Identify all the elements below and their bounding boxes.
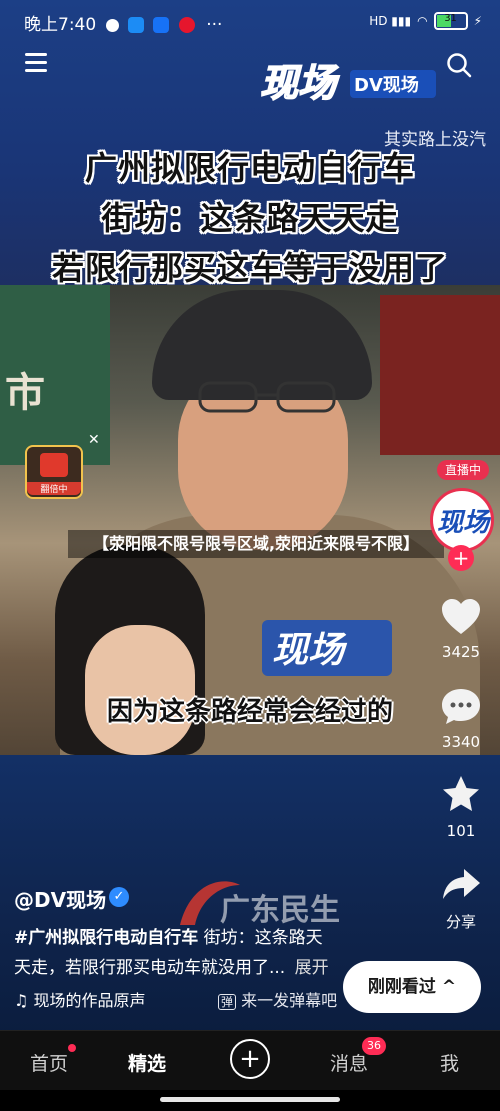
headline-line-1: 广州拟限行电动自行车 <box>84 149 415 187</box>
tab-home[interactable]: 首页 <box>30 1049 68 1076</box>
desc-text-2: 天走，若限行那买电动车就没用了... <box>14 958 286 978</box>
share-label: 分享 <box>445 913 476 931</box>
barrage-input[interactable]: 弹 来一发弹幕吧 <box>218 987 337 1011</box>
alarm-icon <box>105 18 119 32</box>
dv-logo: 现场 DV现场 <box>259 60 436 104</box>
notification-dot <box>68 1044 76 1052</box>
like-count: 3425 <box>441 643 481 661</box>
video-frame[interactable]: 市 现场 因为这条路经常会经过的 <box>0 285 500 755</box>
comment-icon[interactable] <box>440 686 482 726</box>
tab-messages[interactable]: 消息 <box>330 1049 368 1076</box>
red-packet-label: 翻倍中 <box>27 482 81 495</box>
wifi-icon: ◠ <box>417 14 428 28</box>
share-icon[interactable] <box>440 865 482 905</box>
comment-count: 3340 <box>441 733 481 751</box>
svg-text:现场: 现场 <box>260 61 340 104</box>
author-name[interactable]: @DV现场 <box>14 884 106 913</box>
glasses-icon <box>198 381 336 413</box>
video-subtitle: 因为这条路经常会经过的 <box>106 697 393 727</box>
music-link[interactable]: ♫ 现场的作品原声 <box>14 987 145 1011</box>
signal-icon: HD ▮▮▮ <box>369 14 412 28</box>
close-icon[interactable]: ✕ <box>88 432 100 448</box>
bottom-nav: 首页 精选 + 消息 36 我 <box>0 1030 500 1091</box>
overlay-title: 【荥阳限不限号限号区域,荥阳近来限号不限】 <box>68 530 444 558</box>
tab-me[interactable]: 我 <box>440 1049 459 1076</box>
just-watched-button[interactable]: 刚刚看过 ^ <box>343 961 481 1013</box>
svg-text:现场: 现场 <box>437 508 491 538</box>
music-label: 现场的作品原声 <box>33 991 146 1010</box>
battery-icon: 31 <box>433 12 468 30</box>
message-badge: 36 <box>362 1037 386 1055</box>
desc-text-1: 街坊：这条路天 <box>198 928 323 948</box>
headline-line-2: 街坊：这条路天天走 <box>101 199 399 237</box>
music-icon: ♫ <box>14 991 29 1010</box>
charging-icon: ⚡ <box>473 14 482 28</box>
verified-icon: ✓ <box>109 887 129 907</box>
favorite-count: 101 <box>446 822 476 840</box>
expand-link[interactable]: 展开 <box>295 958 329 978</box>
weibo-icon <box>178 17 195 33</box>
red-packet-widget[interactable]: 翻倍中 <box>25 445 83 499</box>
avatar-logo-icon: 现场 <box>437 508 491 538</box>
svg-text:DV现场: DV现场 <box>354 75 419 96</box>
tab-featured[interactable]: 精选 <box>128 1049 166 1076</box>
status-time: 晚上7:40 ··· <box>24 15 223 35</box>
follow-button[interactable]: + <box>448 545 474 571</box>
heart-icon[interactable] <box>440 597 482 637</box>
child-face <box>85 625 195 755</box>
zhihu-icon <box>153 17 170 33</box>
avatar[interactable]: 现场 <box>430 488 494 552</box>
headline-line-3: 若限行那买这车等于没用了 <box>51 249 448 287</box>
svg-text:现场: 现场 <box>272 630 348 671</box>
barrage-placeholder: 来一发弹幕吧 <box>241 991 338 1010</box>
plus-icon[interactable]: + <box>230 1039 270 1079</box>
home-indicator[interactable] <box>160 1097 340 1102</box>
menu-icon[interactable] <box>25 53 47 73</box>
star-icon[interactable] <box>440 774 482 814</box>
shop-front-red <box>380 295 500 455</box>
status-indicators: HD ▮▮▮ ◠ 31 ⚡ <box>369 12 482 30</box>
video-description[interactable]: #广州拟限行电动自行车 街坊：这条路天 天走，若限行那买电动车就没用了... 展… <box>14 923 359 983</box>
search-icon[interactable] <box>446 52 472 78</box>
live-badge[interactable]: 直播中 <box>437 460 489 480</box>
hashtag-link[interactable]: #广州拟限行电动自行车 <box>14 928 198 948</box>
shop-sign: 市 <box>5 370 45 416</box>
mic-logo: 现场 <box>262 620 392 676</box>
barrage-icon: 弹 <box>218 994 237 1010</box>
app-icon <box>128 17 144 33</box>
red-packet-icon <box>40 453 68 477</box>
